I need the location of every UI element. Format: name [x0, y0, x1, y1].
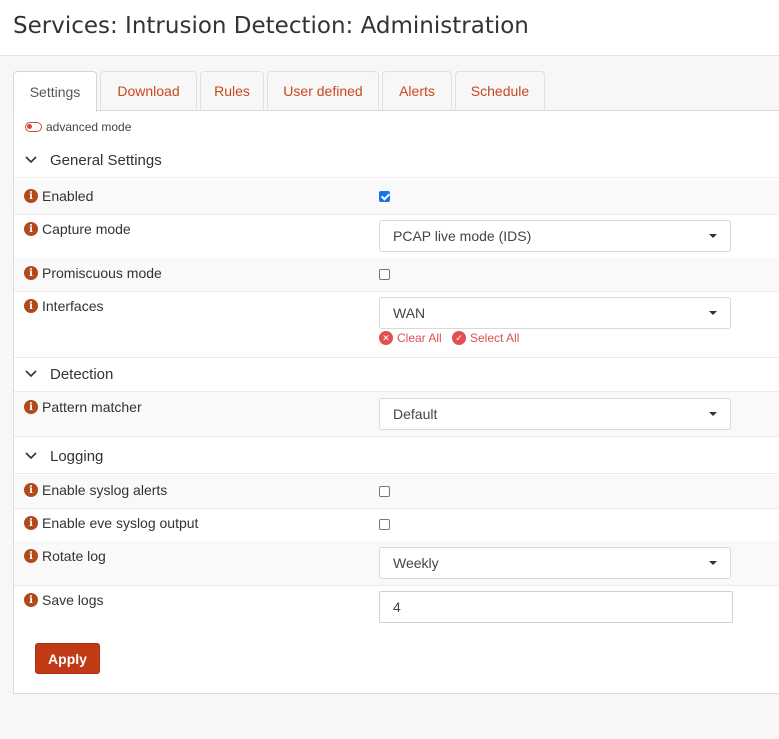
section-logging[interactable]: Logging: [14, 439, 779, 474]
tab-bar: Settings Download Rules User defined Ale…: [13, 71, 779, 112]
promiscuous-mode-checkbox[interactable]: [379, 269, 390, 280]
advanced-mode-toggle-group: advanced mode: [25, 120, 131, 134]
info-icon[interactable]: i: [24, 549, 38, 563]
field-label: i Interfaces: [24, 298, 103, 314]
caret-down-icon: [709, 234, 717, 238]
advanced-mode-label: advanced mode: [46, 120, 132, 134]
pattern-matcher-select[interactable]: Default: [379, 398, 731, 430]
chevron-down-icon: [25, 156, 41, 164]
tab-settings[interactable]: Settings: [13, 71, 97, 112]
info-icon[interactable]: i: [24, 593, 38, 607]
row-interfaces: i Interfaces WAN ✕ Clear All ✓ Select Al…: [14, 291, 779, 358]
info-icon[interactable]: i: [24, 299, 38, 313]
chevron-down-icon: [25, 452, 41, 460]
section-title: Logging: [50, 447, 104, 465]
field-label: i Rotate log: [24, 548, 106, 564]
tab-alerts[interactable]: Alerts: [382, 71, 452, 110]
row-capture-mode: i Capture mode PCAP live mode (IDS): [14, 214, 779, 259]
field-label: i Pattern matcher: [24, 399, 142, 415]
field-label: i Enabled: [24, 188, 93, 204]
check-circle-icon: ✓: [452, 331, 466, 345]
section-detection[interactable]: Detection: [14, 357, 779, 392]
info-icon[interactable]: i: [24, 483, 38, 497]
select-all-link[interactable]: ✓ Select All: [452, 331, 519, 345]
tab-schedule[interactable]: Schedule: [455, 71, 545, 110]
caret-down-icon: [709, 412, 717, 416]
row-enabled: i Enabled: [14, 181, 779, 215]
enabled-checkbox[interactable]: [379, 191, 390, 202]
row-save-logs: i Save logs 4: [14, 585, 779, 629]
field-label: i Capture mode: [24, 221, 131, 237]
info-icon[interactable]: i: [24, 222, 38, 236]
tab-download[interactable]: Download: [100, 71, 197, 110]
field-label: i Enable eve syslog output: [24, 515, 198, 531]
rotate-log-select[interactable]: Weekly: [379, 547, 731, 579]
page-title: Services: Intrusion Detection: Administr…: [13, 13, 529, 39]
tab-user-defined[interactable]: User defined: [267, 71, 379, 110]
info-icon[interactable]: i: [24, 189, 38, 203]
eve-syslog-checkbox[interactable]: [379, 519, 390, 530]
row-promiscuous-mode: i Promiscuous mode: [14, 258, 779, 292]
chevron-down-icon: [25, 370, 41, 378]
save-logs-input[interactable]: 4: [379, 591, 733, 623]
row-eve-syslog: i Enable eve syslog output: [14, 508, 779, 542]
row-rotate-log: i Rotate log Weekly: [14, 541, 779, 586]
field-label: i Save logs: [24, 592, 103, 608]
info-icon[interactable]: i: [24, 266, 38, 280]
capture-mode-select[interactable]: PCAP live mode (IDS): [379, 220, 731, 252]
advanced-mode-toggle[interactable]: [25, 122, 42, 132]
tab-rules[interactable]: Rules: [200, 71, 264, 110]
info-icon[interactable]: i: [24, 400, 38, 414]
section-title: Detection: [50, 365, 114, 383]
syslog-alerts-checkbox[interactable]: [379, 486, 390, 497]
clear-all-link[interactable]: ✕ Clear All: [379, 331, 442, 345]
section-general-settings[interactable]: General Settings: [14, 143, 779, 178]
info-icon[interactable]: i: [24, 516, 38, 530]
row-syslog-alerts: i Enable syslog alerts: [14, 475, 779, 509]
field-label: i Enable syslog alerts: [24, 482, 167, 498]
caret-down-icon: [709, 311, 717, 315]
row-pattern-matcher: i Pattern matcher Default: [14, 392, 779, 437]
settings-panel: advanced mode General Settings i Enabled…: [13, 110, 779, 694]
apply-button[interactable]: Apply: [35, 643, 100, 674]
caret-down-icon: [709, 561, 717, 565]
title-bar: Services: Intrusion Detection: Administr…: [0, 0, 779, 56]
interfaces-select[interactable]: WAN: [379, 297, 731, 329]
times-circle-icon: ✕: [379, 331, 393, 345]
field-label: i Promiscuous mode: [24, 265, 162, 281]
section-title: General Settings: [50, 151, 162, 169]
